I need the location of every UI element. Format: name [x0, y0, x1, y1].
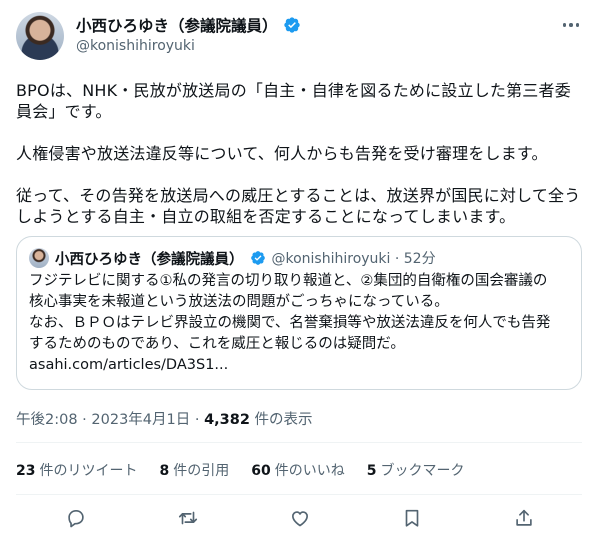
- verified-badge-icon: [250, 251, 265, 265]
- quoted-handle-time: @konishihiroyuki · 52分: [271, 251, 436, 267]
- more-options-icon[interactable]: [560, 16, 582, 34]
- engagement-stats: 23 件のリツイート 8 件の引用 60 件のいいね 5 ブックマーク: [16, 460, 464, 480]
- tweet-paragraph: 従って、その告発を放送局への威圧とすることは、放送界が国民に対して全うしようとす…: [16, 186, 581, 226]
- tweet-paragraph: BPOは、NHK・民放が放送局の「自主・自律を図るために設立した第三者委員会」で…: [16, 81, 571, 121]
- quoted-text-line: なお、ＢＰＯはテレビ界設立の機関で、名誉棄損等や放送法違反を何人でも告発: [29, 315, 551, 331]
- stat-likes[interactable]: 60 件のいいね: [251, 460, 344, 480]
- bookmark-icon[interactable]: [400, 506, 424, 530]
- quoted-text-line: するためのものであり、これを威圧と報じるのは疑問だ。: [29, 336, 405, 352]
- stat-quotes[interactable]: 8 件の引用: [159, 460, 229, 480]
- tweet-timestamp[interactable]: 午後2:08 · 2023年4月1日 ·: [16, 412, 204, 428]
- quoted-display-name: 小西ひろゆき（参議院議員）: [55, 251, 244, 268]
- stat-bookmarks[interactable]: 5 ブックマーク: [367, 460, 465, 480]
- divider: [16, 442, 582, 443]
- action-bar: [16, 506, 582, 534]
- reply-icon[interactable]: [64, 506, 88, 530]
- quoted-link[interactable]: asahi.com/articles/DA3S1...: [29, 355, 569, 376]
- author-name-row: 小西ひろゆき（参議院議員）: [76, 14, 301, 36]
- views-count: 4,382: [204, 412, 250, 428]
- quoted-tweet-header: 小西ひろゆき（参議院議員） @konishihiroyuki · 52分: [29, 247, 569, 269]
- verified-badge-icon: [283, 17, 300, 33]
- author-handle[interactable]: @konishihiroyuki: [76, 38, 195, 54]
- tweet-paragraph: 人権侵害や放送法違反等について、何人からも告発を受け審理をします。: [16, 144, 548, 163]
- quoted-tweet[interactable]: 小西ひろゆき（参議院議員） @konishihiroyuki · 52分 フジテ…: [16, 236, 582, 390]
- share-icon[interactable]: [512, 506, 536, 530]
- tweet-meta: 午後2:08 · 2023年4月1日 · 4,382 件の表示: [16, 408, 313, 429]
- author-display-name[interactable]: 小西ひろゆき（参議院議員）: [76, 14, 278, 36]
- quoted-text: フジテレビに関する①私の発言の切り取り報道と、②集団的自衛権の国会審議の 核心事…: [29, 271, 569, 376]
- quoted-avatar: [29, 248, 49, 268]
- tweet-header: 小西ひろゆき（参議院議員） @konishihiroyuki: [16, 12, 582, 62]
- tweet-body: BPOは、NHK・民放が放送局の「自主・自律を図るために設立した第三者委員会」で…: [16, 80, 582, 227]
- stat-retweets[interactable]: 23 件のリツイート: [16, 460, 137, 480]
- like-icon[interactable]: [288, 506, 312, 530]
- avatar[interactable]: [16, 12, 64, 60]
- tweet-card: 小西ひろゆき（参議院議員） @konishihiroyuki BPOは、NHK・…: [0, 0, 598, 544]
- views-label: 件の表示: [249, 412, 313, 428]
- quoted-text-line: フジテレビに関する①私の発言の切り取り報道と、②集団的自衛権の国会審議の: [29, 273, 548, 289]
- quoted-text-line: 核心事実を未報道という放送法の問題がごっちゃになっている。: [29, 294, 449, 310]
- divider: [16, 494, 582, 495]
- retweet-icon[interactable]: [176, 506, 200, 530]
